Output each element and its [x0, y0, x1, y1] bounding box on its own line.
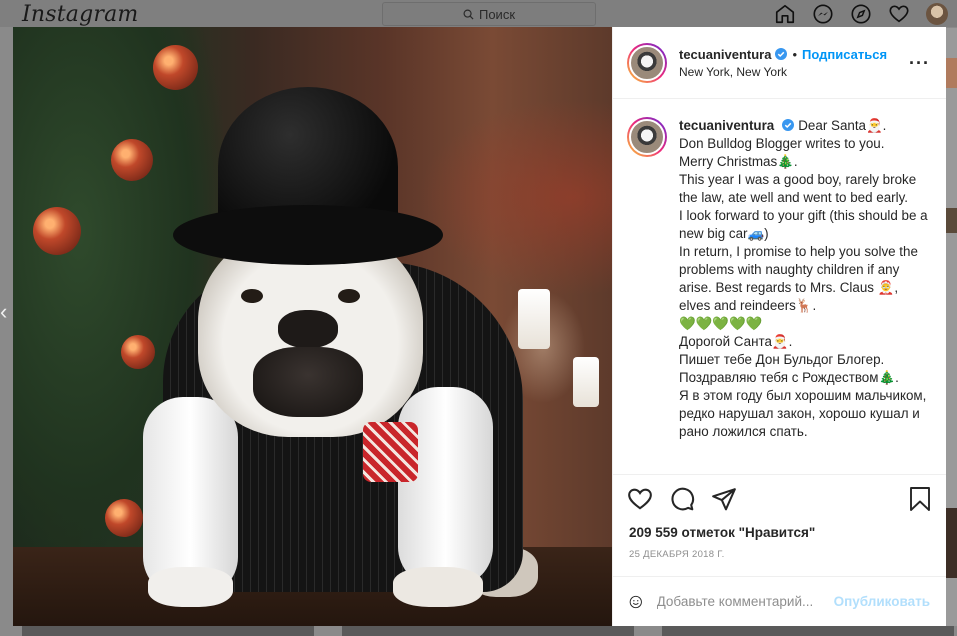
caption-line: Пишет тебе Дон Бульдог Блогер.	[679, 352, 885, 367]
caption-author-avatar[interactable]	[627, 117, 667, 157]
dog-mouth	[253, 347, 363, 417]
dog-right-sleeve	[398, 387, 493, 587]
search-box[interactable]: Поиск	[382, 2, 596, 26]
post-actions: 209 559 отметок "Нравится" 25 декабря 20…	[613, 474, 946, 626]
dog-eye	[338, 289, 360, 303]
caption-line: Dear Santa🎅.	[798, 118, 887, 133]
bowler-hat-brim	[173, 205, 443, 265]
profile-avatar[interactable]	[925, 2, 949, 26]
ornament	[105, 499, 143, 537]
caption-line: In return, I promise to help you solve t…	[679, 244, 918, 313]
snowman-pin	[363, 422, 418, 482]
post-modal: tecuaniventura • Подписаться New York, N…	[13, 27, 946, 626]
post-caption: tecuaniventura Dear Santa🎅. Don Bulldog B…	[679, 117, 930, 474]
dog-eye	[241, 289, 263, 303]
background-feed-edge	[946, 28, 957, 626]
share-icon[interactable]	[711, 486, 737, 512]
caption-username[interactable]: tecuaniventura	[679, 118, 774, 133]
more-options-icon[interactable]: ···	[909, 53, 930, 74]
caption-line: Don Bulldog Blogger writes to you.	[679, 136, 885, 151]
ornament	[121, 335, 155, 369]
comment-input[interactable]	[656, 594, 834, 609]
messenger-icon[interactable]	[811, 2, 835, 26]
home-icon[interactable]	[773, 2, 797, 26]
caption-line: Я в этом году был хорошим мальчиком, ред…	[679, 388, 927, 439]
emoji-icon[interactable]	[629, 589, 643, 615]
dog-nose	[278, 310, 338, 348]
post-date[interactable]: 25 декабря 2018 г.	[629, 549, 930, 560]
instagram-logo[interactable]: Instagram	[22, 2, 138, 27]
caption-line: 💚💚💚💚💚	[679, 316, 763, 331]
post-photo[interactable]	[13, 27, 612, 626]
explore-icon[interactable]	[849, 2, 873, 26]
comments-area: tecuaniventura Dear Santa🎅. Don Bulldog B…	[613, 99, 946, 474]
search-icon	[463, 9, 474, 20]
dog-left-paw	[148, 567, 233, 607]
ornament	[153, 45, 198, 90]
previous-post-arrow[interactable]: ‹	[0, 300, 10, 324]
post-sidebar: tecuaniventura • Подписаться New York, N…	[612, 27, 946, 626]
ornament	[33, 207, 81, 255]
caption-line: Merry Christmas🎄.	[679, 154, 798, 169]
dog-right-paw	[393, 567, 483, 607]
separator-dot: •	[792, 46, 798, 62]
search-placeholder: Поиск	[478, 6, 516, 22]
comment-icon[interactable]	[669, 486, 695, 512]
candle	[518, 289, 550, 349]
post-location[interactable]: New York, New York	[679, 65, 887, 79]
likes-count[interactable]: 209 559 отметок "Нравится"	[629, 525, 930, 540]
verified-badge-icon	[775, 48, 788, 60]
top-navigation: Instagram Поиск	[0, 0, 957, 27]
publish-comment-button[interactable]: Опубликовать	[834, 594, 930, 609]
like-heart-icon[interactable]	[627, 486, 653, 512]
caption-line: This year I was a good boy, rarely broke…	[679, 172, 917, 205]
caption-line: Поздравляю тебя с Рождеством🎄.	[679, 370, 899, 385]
author-avatar[interactable]	[627, 42, 667, 83]
heart-icon[interactable]	[887, 2, 911, 26]
post-header: tecuaniventura • Подписаться New York, N…	[613, 27, 946, 99]
caption-line: Дорогой Санта🎅.	[679, 334, 793, 349]
caption-line: I look forward to your gift (this should…	[679, 208, 928, 241]
bookmark-icon[interactable]	[908, 486, 932, 512]
follow-button[interactable]: Подписаться	[802, 47, 887, 62]
background-grid	[0, 626, 957, 636]
add-comment-bar: Опубликовать	[613, 576, 946, 626]
ornament	[111, 139, 153, 181]
candle	[573, 357, 599, 407]
author-username[interactable]: tecuaniventura	[679, 47, 771, 62]
verified-badge-icon	[782, 119, 795, 131]
